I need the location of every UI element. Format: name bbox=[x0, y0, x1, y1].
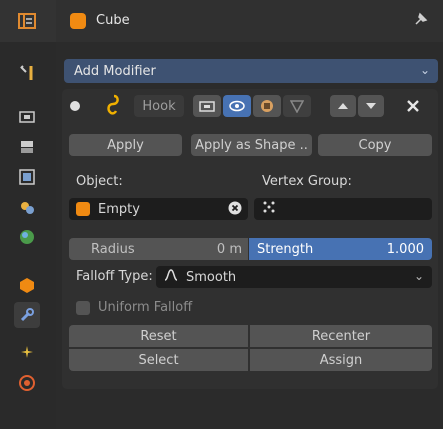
recenter-label: Recenter bbox=[311, 328, 371, 344]
select-label: Select bbox=[138, 352, 179, 368]
falloff-type-dropdown[interactable]: Smooth ⌄ bbox=[156, 266, 432, 288]
select-button[interactable]: Select bbox=[69, 349, 248, 371]
realtime-viewport-toggle[interactable] bbox=[223, 95, 251, 117]
move-down-button[interactable] bbox=[358, 95, 384, 117]
apply-button[interactable]: Apply bbox=[69, 134, 182, 156]
copy-button[interactable]: Copy bbox=[318, 134, 432, 156]
output-icon[interactable] bbox=[14, 134, 40, 160]
apply-label: Apply bbox=[107, 137, 144, 153]
object-label: Object: bbox=[76, 174, 123, 189]
object-icon[interactable] bbox=[14, 272, 40, 298]
close-icon[interactable] bbox=[402, 95, 424, 117]
tool-icon[interactable] bbox=[14, 60, 40, 86]
render-icon[interactable] bbox=[14, 104, 40, 130]
move-up-button[interactable] bbox=[330, 95, 356, 117]
world-icon[interactable] bbox=[14, 224, 40, 250]
chevron-down-icon: ⌄ bbox=[419, 63, 430, 77]
scene-icon[interactable] bbox=[14, 194, 40, 220]
empty-object-icon bbox=[76, 202, 90, 216]
properties-header: Cube bbox=[56, 0, 443, 42]
reset-button[interactable]: Reset bbox=[69, 325, 248, 347]
cube-object-icon bbox=[70, 13, 86, 29]
view-layer-icon[interactable] bbox=[14, 164, 40, 190]
render-toggle[interactable] bbox=[253, 95, 281, 117]
hook-modifier-icon bbox=[104, 94, 120, 120]
recenter-button[interactable]: Recenter bbox=[250, 325, 432, 347]
hook-modifier-card: Hook Apply Apply as Shape .. Copy Object… bbox=[62, 89, 438, 389]
smooth-curve-icon bbox=[164, 269, 178, 285]
assign-button[interactable]: Assign bbox=[250, 349, 432, 371]
strength-label: Strength bbox=[257, 241, 314, 257]
add-modifier-dropdown[interactable]: Add Modifier ⌄ bbox=[64, 59, 438, 83]
object-value: Empty bbox=[98, 201, 140, 217]
modifier-icon[interactable] bbox=[14, 302, 40, 328]
vertex-group-label: Vertex Group: bbox=[262, 174, 352, 189]
radius-label: Radius bbox=[91, 241, 135, 257]
assign-label: Assign bbox=[319, 352, 363, 368]
pin-icon[interactable] bbox=[413, 11, 429, 31]
object-name: Cube bbox=[96, 13, 130, 28]
modifier-name: Hook bbox=[142, 98, 176, 114]
object-field[interactable]: Empty bbox=[69, 198, 248, 220]
falloff-type-label: Falloff Type: bbox=[76, 269, 153, 284]
cage-toggle[interactable] bbox=[283, 95, 311, 117]
particles-icon[interactable] bbox=[14, 340, 40, 366]
falloff-type-value: Smooth bbox=[186, 269, 237, 285]
physics-icon[interactable] bbox=[14, 370, 40, 396]
collapse-toggle-icon[interactable] bbox=[70, 101, 80, 111]
radius-value: 0 m bbox=[216, 241, 242, 257]
reset-label: Reset bbox=[140, 328, 177, 344]
strength-slider[interactable]: Strength 1.000 bbox=[249, 238, 432, 260]
vertex-group-icon bbox=[262, 200, 276, 218]
vertex-group-field[interactable] bbox=[254, 198, 432, 220]
add-modifier-label: Add Modifier bbox=[74, 63, 156, 79]
chevron-down-icon: ⌄ bbox=[413, 269, 424, 283]
copy-label: Copy bbox=[358, 137, 392, 153]
modifier-name-field[interactable]: Hook bbox=[134, 95, 184, 117]
properties-tab-bar bbox=[0, 0, 56, 429]
uniform-falloff-checkbox[interactable] bbox=[76, 301, 90, 315]
edit-mode-toggle[interactable] bbox=[193, 95, 221, 117]
apply-as-shape-label: Apply as Shape .. bbox=[195, 137, 308, 153]
clear-object-icon[interactable] bbox=[228, 201, 242, 219]
radius-field[interactable]: Radius 0 m bbox=[69, 238, 248, 260]
strength-value: 1.000 bbox=[386, 241, 424, 257]
apply-as-shape-button[interactable]: Apply as Shape .. bbox=[191, 134, 312, 156]
uniform-falloff-label: Uniform Falloff bbox=[98, 300, 193, 315]
editor-type-icon[interactable] bbox=[14, 8, 40, 34]
